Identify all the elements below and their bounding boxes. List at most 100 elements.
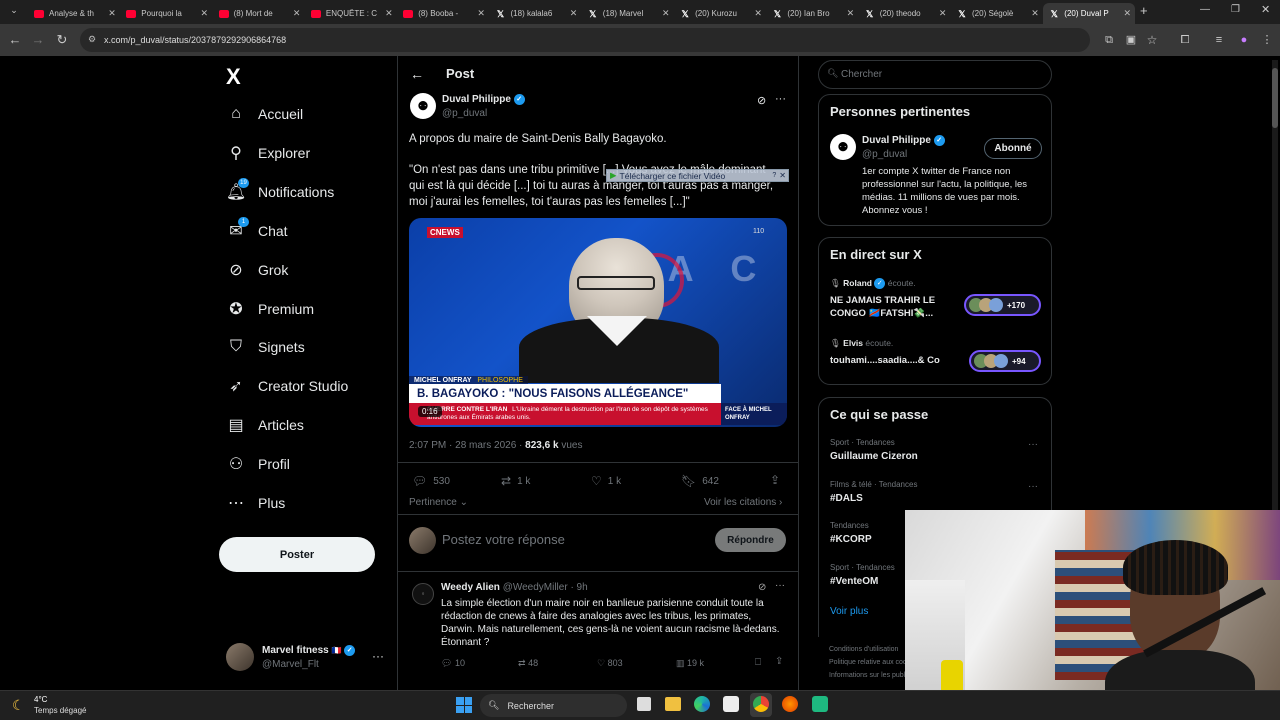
repost-action[interactable]: ⇄ 1 k bbox=[501, 474, 530, 488]
browser-tab[interactable]: (8) Mort de ✕ bbox=[213, 3, 305, 24]
nav-item-articles[interactable]: ▤ Articles bbox=[226, 410, 303, 440]
tab-close-icon[interactable]: ✕ bbox=[475, 8, 487, 19]
tab-close-icon[interactable]: ✕ bbox=[198, 8, 210, 19]
author-handle[interactable]: @p_duval bbox=[442, 108, 487, 119]
tab-close-icon[interactable]: ✕ bbox=[1121, 8, 1133, 19]
video-player[interactable]: F A C CNEWS 110 MICHEL ONFRAY PHILOSOPHE… bbox=[409, 218, 787, 427]
reply-views-action[interactable]: ▥ 19 k bbox=[676, 658, 704, 669]
browser-tab[interactable]: 𝕏 (20) Kurozu ✕ bbox=[674, 3, 766, 24]
tab-close-icon[interactable]: ✕ bbox=[660, 8, 672, 19]
bookmark-icon[interactable]: ⎕ bbox=[755, 657, 761, 668]
author-avatar[interactable]: ⚉ bbox=[410, 93, 436, 119]
share-icon[interactable]: ⇪ bbox=[775, 656, 783, 667]
help-icon[interactable]: ? bbox=[772, 172, 776, 179]
nav-item-notifications[interactable]: 🔔︎ 19 Notifications bbox=[226, 177, 334, 207]
browser-tab[interactable]: ENQUÊTE : C ✕ bbox=[305, 3, 397, 24]
back-arrow-icon[interactable]: ← bbox=[6, 31, 24, 49]
url-field[interactable]: ⚙ x.com/p_duval/status/20378792929068647… bbox=[80, 28, 1090, 52]
weather-temp[interactable]: 4°C bbox=[34, 695, 47, 704]
reload-icon[interactable]: ↻ bbox=[53, 31, 71, 49]
tab-close-icon[interactable]: ✕ bbox=[106, 8, 118, 19]
footer-link[interactable]: Informations sur les publicités bbox=[829, 669, 909, 682]
tab-close-icon[interactable]: ✕ bbox=[383, 8, 395, 19]
reply-timestamp[interactable]: · 9h bbox=[570, 582, 587, 593]
start-button-icon[interactable] bbox=[456, 697, 472, 713]
x-logo-icon[interactable]: X bbox=[226, 64, 241, 90]
reply-action[interactable]: 💬︎ 530 bbox=[412, 474, 450, 488]
nav-item-accueil[interactable]: ⌂ Accueil bbox=[226, 99, 303, 129]
window-close-icon[interactable]: ✕ bbox=[1261, 3, 1270, 16]
restore-icon[interactable]: ❐ bbox=[1231, 4, 1240, 15]
trend-item[interactable]: Sport · Tendances Guillaume Cizeron ··· bbox=[830, 438, 1042, 474]
browser-tab[interactable]: 𝕏 (20) theodo ✕ bbox=[859, 3, 951, 24]
screenshot-icon[interactable]: ▣ bbox=[1122, 31, 1140, 49]
firefox-icon[interactable] bbox=[782, 696, 798, 712]
file-explorer-icon[interactable] bbox=[665, 697, 681, 711]
scrollbar-thumb[interactable] bbox=[1272, 68, 1278, 128]
browser-tab[interactable]: (8) Booba - ✕ bbox=[397, 3, 489, 24]
bookmark-star-icon[interactable]: ☆ bbox=[1143, 31, 1161, 49]
browser-tab[interactable]: 𝕏 (20) Ségolè ✕ bbox=[951, 3, 1043, 24]
weather-moon-icon[interactable]: ☾ bbox=[12, 697, 25, 714]
footer-link[interactable]: Politique relative aux cookies bbox=[829, 656, 909, 669]
forward-arrow-icon[interactable]: → bbox=[29, 31, 47, 49]
trend-more-icon[interactable]: ··· bbox=[1028, 439, 1038, 450]
nav-item-signets[interactable]: ⛉ Signets bbox=[226, 332, 305, 362]
browser-tab[interactable]: 𝕏 (20) Duval P ✕ bbox=[1043, 3, 1136, 24]
site-info-icon[interactable]: ⚙ bbox=[88, 34, 96, 45]
new-tab-icon[interactable]: + bbox=[1140, 3, 1148, 18]
reply-more-icon[interactable]: ··· bbox=[775, 580, 785, 591]
account-switcher[interactable]: Marvel fitness 🇫🇷 ✓ @Marvel_Flt ··· bbox=[226, 643, 386, 673]
chrome-icon[interactable] bbox=[753, 696, 769, 712]
reply-button[interactable]: Répondre bbox=[715, 528, 786, 552]
download-video-overlay[interactable]: ▶ Télécharger ce fichier Vidéo ? ✕ bbox=[606, 169, 789, 182]
tab-close-icon[interactable]: ✕ bbox=[1029, 8, 1041, 19]
browser-tab[interactable]: 𝕏 (18) Marvel ✕ bbox=[582, 3, 674, 24]
tab-close-icon[interactable]: ✕ bbox=[291, 8, 303, 19]
post-more-icon[interactable]: ··· bbox=[775, 93, 786, 105]
post-timestamp[interactable]: 2:07 PM · 28 mars 2026 · bbox=[409, 440, 525, 451]
reply-like-action[interactable]: ♡ 803 bbox=[597, 658, 623, 669]
extensions-icon[interactable]: ⧠ bbox=[1176, 31, 1194, 49]
relevant-handle[interactable]: @p_duval bbox=[862, 149, 907, 160]
media-icon[interactable]: ≡ bbox=[1210, 31, 1228, 49]
follow-button[interactable]: Abonné bbox=[984, 138, 1042, 159]
nav-item-chat[interactable]: ✉ 1 Chat bbox=[226, 216, 288, 246]
task-view-icon[interactable] bbox=[637, 697, 651, 711]
share-icon[interactable]: ⇪ bbox=[770, 473, 780, 487]
nav-item-plus[interactable]: ⋯ Plus bbox=[226, 488, 285, 518]
bookmark-action[interactable]: 🔖︎ 642 bbox=[681, 474, 719, 488]
like-action[interactable]: ♡ 1 k bbox=[591, 474, 621, 488]
relevant-name[interactable]: Duval Philippe bbox=[862, 135, 931, 146]
back-arrow-icon[interactable]: ← bbox=[410, 66, 424, 82]
browser-menu-icon[interactable]: ⋮ bbox=[1258, 31, 1276, 49]
browser-tab[interactable]: 𝕏 (20) Ian Bro ✕ bbox=[766, 3, 858, 24]
store-icon[interactable] bbox=[723, 696, 739, 712]
nav-item-premium[interactable]: ✪ Premium bbox=[226, 294, 314, 324]
search-input[interactable]: 🔍︎ Chercher bbox=[818, 60, 1052, 89]
cast-icon[interactable]: ⧉ bbox=[1100, 31, 1118, 49]
footer-link[interactable]: Conditions d'utilisation bbox=[829, 643, 909, 656]
relevant-avatar[interactable]: ⚉ bbox=[830, 134, 856, 160]
tab-close-icon[interactable]: ✕ bbox=[568, 8, 580, 19]
grok-icon[interactable]: ⊘ bbox=[757, 94, 766, 107]
tab-list-chevron-icon[interactable]: ⌄ bbox=[6, 5, 22, 19]
close-icon[interactable]: ✕ bbox=[779, 171, 786, 180]
browser-tab[interactable]: Pourquoi la ✕ bbox=[120, 3, 212, 24]
reply-repost-action[interactable]: ⇄ 48 bbox=[518, 658, 538, 669]
browser-tab[interactable]: Analyse & th ✕ bbox=[28, 3, 120, 24]
grok-icon[interactable]: ⊘ bbox=[758, 582, 766, 593]
tab-close-icon[interactable]: ✕ bbox=[937, 8, 949, 19]
tab-close-icon[interactable]: ✕ bbox=[844, 8, 856, 19]
nav-item-profil[interactable]: ⚇ Profil bbox=[226, 449, 290, 479]
author-name[interactable]: Duval Philippe bbox=[442, 94, 511, 105]
sort-dropdown[interactable]: Pertinence ⌄ bbox=[409, 497, 468, 508]
live-space-item[interactable]: 🎙︎ Roland ✓ écoute. NE JAMAIS TRAHIR LE C… bbox=[830, 276, 1042, 326]
live-space-item[interactable]: 🎙︎ Elvis écoute. touhami....saadia....& C… bbox=[830, 336, 1042, 386]
nav-item-explorer[interactable]: ⚲ Explorer bbox=[226, 138, 310, 168]
browser-tab[interactable]: 𝕏 (18) kalala6 ✕ bbox=[490, 3, 582, 24]
reply-reply-action[interactable]: 💬︎ 10 bbox=[441, 658, 465, 669]
reply-author-avatar[interactable]: ◦ bbox=[412, 583, 434, 605]
trend-more-icon[interactable]: ··· bbox=[1028, 481, 1038, 492]
reply-author-handle[interactable]: @WeedyMiller bbox=[503, 582, 568, 593]
